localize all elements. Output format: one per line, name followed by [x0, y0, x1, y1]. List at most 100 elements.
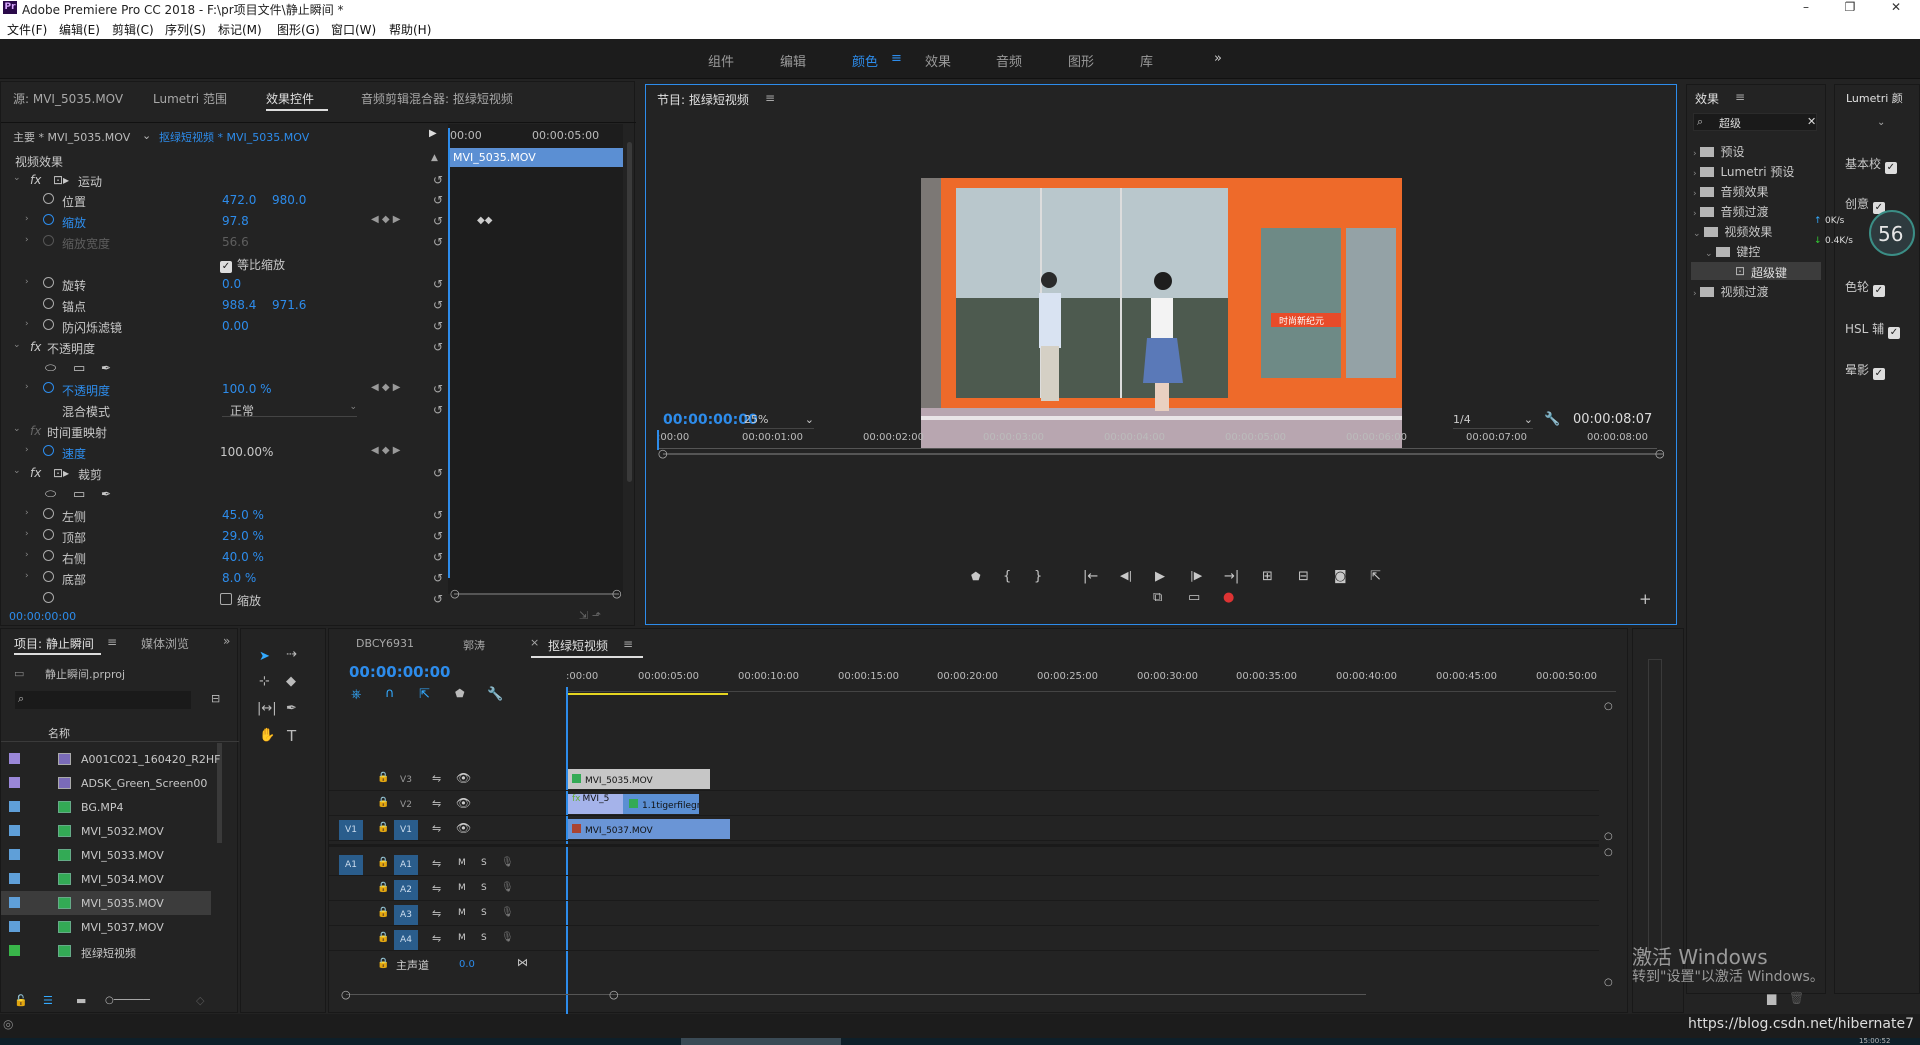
source-patch-a1[interactable]: A1 [339, 855, 363, 875]
name-column-header[interactable]: 名称 [48, 725, 70, 741]
project-item[interactable]: 抠绿短视频 [1, 939, 211, 963]
lumetri-section-hsl[interactable]: HSL 辅 ✓ [1845, 320, 1900, 339]
close-button[interactable]: ✕ [1876, 0, 1916, 17]
workspace-color[interactable]: 颜色 [852, 51, 878, 70]
zoom-handle-left-icon[interactable]: ○ [658, 447, 668, 460]
audio-track-row[interactable]: 🔒 A2 ⇋ M S 🎙 [329, 879, 1599, 901]
stopwatch-icon[interactable] [43, 277, 54, 288]
master-clip-label[interactable]: 主要 * MVI_5035.MOV [13, 129, 130, 145]
chevron-right-icon[interactable]: › [25, 445, 29, 455]
chevron-right-icon[interactable]: › [25, 550, 29, 560]
project-item[interactable]: MVI_5035.MOV [1, 891, 211, 915]
reset-icon[interactable]: ↺ [433, 508, 443, 522]
position-x-value[interactable]: 472.0 [222, 193, 256, 207]
mark-out-icon[interactable]: } [1034, 569, 1042, 584]
clip-v1[interactable]: MVI_5037.MOV [568, 819, 730, 839]
zoom-select[interactable]: 25% ⌄ [744, 413, 814, 429]
effects-title[interactable]: 效果 [1695, 90, 1719, 107]
lumetri-section-basic[interactable]: 基本校 ✓ [1845, 155, 1897, 174]
mute-button[interactable]: M [458, 933, 466, 943]
mute-button[interactable]: M [458, 883, 466, 893]
play-button-icon[interactable]: ▶ [1155, 569, 1165, 584]
sort-icon[interactable]: ◇ [196, 994, 204, 1007]
chevron-right-icon[interactable]: › [25, 382, 29, 392]
uniform-scale-row[interactable]: ✓ 等比缩放 [1, 253, 451, 273]
stopwatch-icon[interactable] [43, 550, 54, 561]
crop-top-row[interactable]: › 顶部 29.0 % ↺ [1, 526, 451, 546]
add-marker-icon[interactable]: ⬟ [971, 570, 981, 583]
new-bin-icon[interactable]: ▆ [1767, 991, 1776, 1005]
zoom-handle-left-icon[interactable]: ○ [450, 587, 460, 600]
blend-mode-row[interactable]: 混合模式 正常 ⌄ ↺ [1, 400, 451, 420]
uniform-scale-checkbox[interactable]: ✓ [220, 261, 232, 273]
scroll-handle-icon[interactable]: ○ [1604, 701, 1613, 712]
maximize-button[interactable]: ❐ [1830, 0, 1870, 17]
label-color-swatch[interactable] [9, 945, 20, 956]
opacity-row[interactable]: › 不透明度 100.0 % ◀ ◆ ▶ ↺ [1, 379, 451, 399]
taskbar-scroll-thumb[interactable] [681, 1038, 841, 1045]
effects-item-video-effects[interactable]: ⌄ 视频效果 [1693, 223, 1772, 240]
effects-item-audio-effects[interactable]: › 音频效果 [1693, 183, 1768, 200]
master-end-icon[interactable]: ⋈ [517, 956, 528, 969]
anchor-row[interactable]: 锚点 988.4 971.6 ↺ [1, 295, 451, 315]
label-color-swatch[interactable] [9, 753, 20, 764]
timeline-playhead[interactable] [566, 687, 568, 1017]
audio-track-row[interactable]: 🔒 A4 ⇋ M S 🎙 [329, 929, 1599, 951]
chevron-right-icon[interactable]: › [25, 277, 29, 287]
wrench-icon[interactable]: 🔧 [1544, 412, 1560, 427]
snap-magnet-icon[interactable]: ∩ [385, 686, 395, 701]
sync-lock-icon[interactable]: ⇋ [432, 882, 441, 895]
crop-left-row[interactable]: › 左侧 45.0 % ↺ [1, 505, 451, 525]
play-only-icon[interactable]: ▶ [429, 128, 437, 139]
project-item[interactable]: A001C021_160420_R2HF [1, 747, 220, 771]
menu-file[interactable]: 文件(F) [7, 21, 47, 38]
lumetri-section-vignette[interactable]: 晕影 ✓ [1845, 361, 1885, 380]
reset-icon[interactable]: ↺ [433, 550, 443, 564]
reset-icon[interactable]: ↺ [433, 319, 443, 333]
solo-button[interactable]: S [481, 908, 487, 918]
timeline-zoom-bar[interactable] [346, 994, 1366, 995]
track-target-toggle[interactable]: A4 [394, 930, 418, 950]
zoom-handle-right-icon[interactable]: ○ [1655, 447, 1665, 460]
audio-track-row[interactable]: 🔒 A1 ⇋ M S 🎙 [329, 854, 1599, 876]
crop-bottom-row[interactable]: › 底部 8.0 % ↺ [1, 568, 451, 588]
pen-tool-icon[interactable]: ✒ [286, 701, 297, 716]
lumetri-section-color-wheels[interactable]: 色轮 ✓ [1845, 278, 1885, 297]
microphone-icon[interactable]: 🎙 [501, 882, 514, 893]
menu-window[interactable]: 窗口(W) [331, 21, 376, 38]
video-frame[interactable]: 时尚新纪元 [921, 178, 1402, 448]
export-frame-camera-icon[interactable]: ◙ [1334, 569, 1347, 584]
lumetri-checkbox[interactable]: ✓ [1872, 285, 1885, 297]
scale-width-row[interactable]: › 缩放宽度 56.6 ↺ [1, 232, 451, 252]
reset-icon[interactable]: ↺ [433, 298, 443, 312]
reset-icon[interactable]: ↺ [433, 173, 443, 187]
lock-icon[interactable]: 🔒 [377, 822, 389, 833]
workspace-graphics[interactable]: 图形 [1068, 51, 1094, 70]
clear-search-icon[interactable]: ✕ [1807, 115, 1816, 128]
solo-button[interactable]: S [481, 933, 487, 943]
tab-effect-controls[interactable]: 效果控件 [266, 90, 314, 107]
ellipse-mask-icon[interactable]: ⬭ [45, 361, 56, 376]
go-to-out-icon[interactable]: →| [1224, 569, 1239, 584]
tab-sequence-dbcy6931[interactable]: DBCY6931 [356, 637, 414, 650]
scroll-handle-icon[interactable]: ○ [1604, 977, 1613, 988]
razor-tool-icon[interactable]: ◆ [286, 674, 296, 689]
transform-icon[interactable]: ⊡▸ [53, 173, 69, 187]
tab-source[interactable]: 源: MVI_5035.MOV [13, 90, 123, 107]
chevron-down-icon[interactable]: ⌄ [1877, 117, 1885, 128]
lumetri-checkbox[interactable]: ✓ [1884, 162, 1897, 174]
minimize-button[interactable]: – [1786, 0, 1826, 17]
zoom-handle-right-icon[interactable]: ○ [612, 587, 622, 600]
lock-icon[interactable]: 🔓 [14, 994, 28, 1007]
panel-menu-icon[interactable]: ≡ [623, 637, 633, 651]
zoom-handle-left-icon[interactable]: ○ [341, 988, 351, 1001]
trash-icon[interactable]: 🗑 [1789, 991, 1804, 1005]
more-panels-icon[interactable]: » [223, 634, 230, 648]
pen-mask-icon[interactable]: ✒ [101, 361, 111, 375]
track-target-toggle[interactable]: V2 [394, 795, 418, 815]
effects-search-field[interactable]: ⌕ 超级 ✕ [1693, 113, 1817, 131]
chevron-down-icon[interactable]: ⌄ [13, 466, 21, 476]
menu-graphics[interactable]: 图形(G) [277, 21, 320, 38]
keyframe-nav-icon[interactable]: ◀ ◆ ▶ [371, 214, 400, 225]
effects-item-audio-transitions[interactable]: › 音频过渡 [1693, 203, 1768, 220]
